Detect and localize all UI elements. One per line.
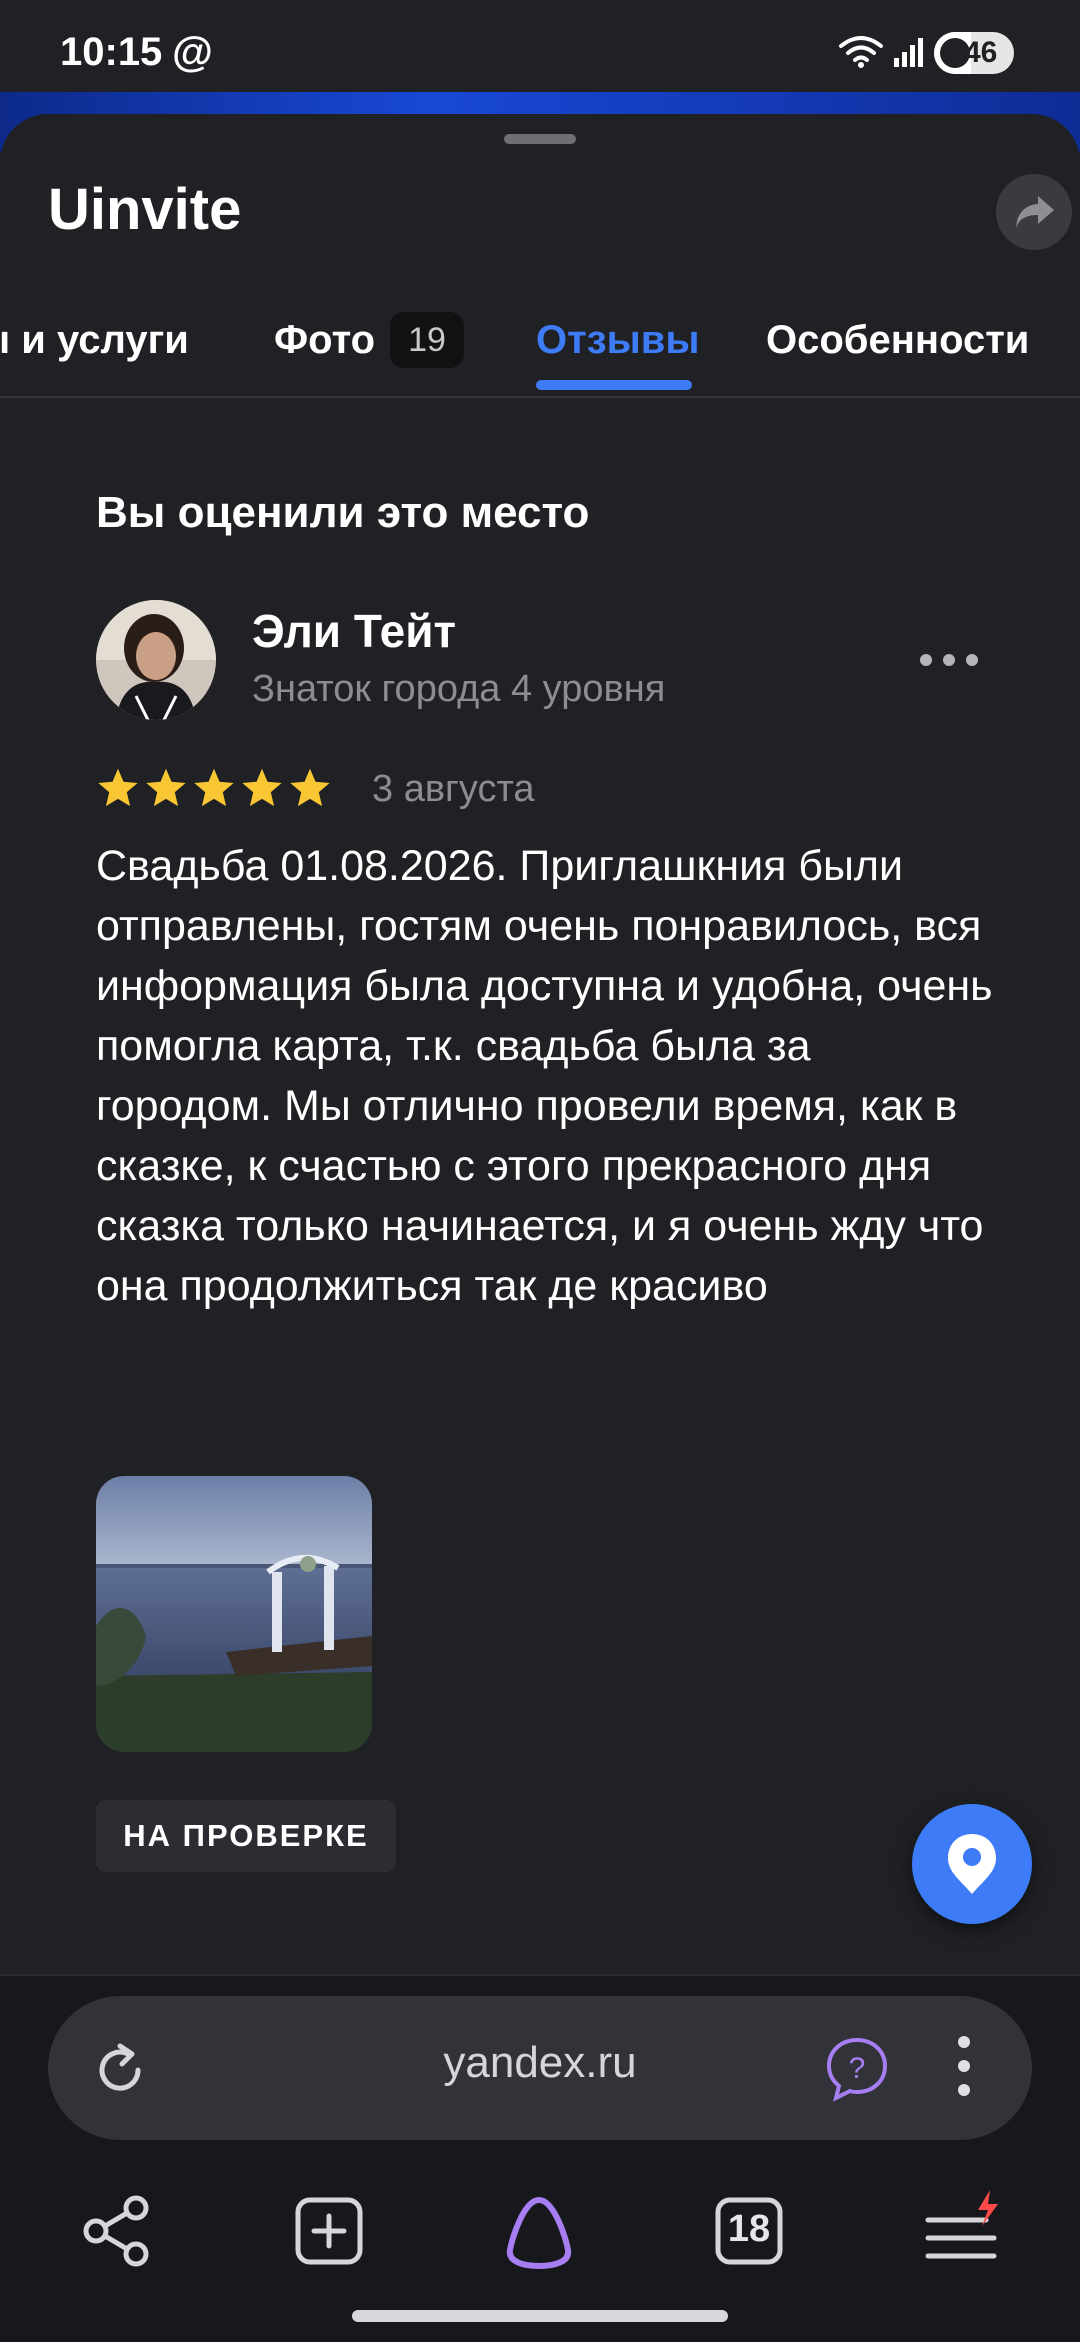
browser-menu-button[interactable] bbox=[954, 2032, 974, 2102]
vertical-dot bbox=[958, 2084, 970, 2096]
avatar-photo bbox=[96, 600, 216, 720]
star-icon bbox=[290, 768, 330, 807]
alice-icon bbox=[506, 2196, 572, 2270]
your-review-heading: Вы оценили это место bbox=[96, 488, 590, 537]
home-indicator bbox=[352, 2310, 728, 2322]
tab-features[interactable]: Особенности bbox=[766, 318, 1029, 363]
browser-bottom-bar: yandex.ru ? 18 bbox=[0, 1974, 1080, 2342]
share-button[interactable] bbox=[996, 174, 1072, 250]
star-icon bbox=[242, 768, 282, 807]
battery-level: 46 bbox=[964, 36, 998, 69]
place-title: Uinvite bbox=[48, 177, 242, 242]
tab-reviews[interactable]: Отзывы bbox=[536, 318, 700, 363]
wifi-icon bbox=[839, 36, 883, 68]
share-page-button[interactable] bbox=[72, 2186, 162, 2276]
more-options-button[interactable] bbox=[914, 640, 984, 680]
review-text: Свадьба 01.08.2026. Приглашкния были отп… bbox=[96, 842, 993, 1310]
review-author-level: Знаток города 4 уровня bbox=[252, 668, 666, 710]
more-dot bbox=[966, 654, 978, 666]
new-tab-button[interactable] bbox=[284, 2186, 374, 2276]
more-dot bbox=[943, 654, 955, 666]
share-arrow-icon bbox=[1016, 196, 1054, 228]
main-menu-button[interactable] bbox=[916, 2186, 1006, 2276]
location-pin-icon bbox=[948, 1834, 996, 1894]
status-time: 10:15 bbox=[60, 30, 163, 74]
sheet-drag-handle[interactable] bbox=[504, 134, 576, 144]
my-location-button[interactable] bbox=[912, 1804, 1032, 1924]
status-bar: 10:15 @ 46 bbox=[0, 0, 1080, 92]
tabs-switcher-button[interactable]: 18 bbox=[704, 2186, 794, 2276]
wedding-lake-photo bbox=[96, 1476, 372, 1752]
photo-count-badge: 19 bbox=[390, 312, 464, 368]
alice-assistant-button[interactable] bbox=[494, 2186, 584, 2276]
svg-text:?: ? bbox=[849, 2052, 866, 2085]
review-author-name[interactable]: Эли Тейт bbox=[252, 604, 456, 658]
vertical-dot bbox=[958, 2060, 970, 2072]
tab-bar: ы и услуги Фото 19 Отзывы Особенности bbox=[0, 298, 1080, 398]
share-nodes-icon bbox=[83, 2195, 149, 2267]
notification-at-icon: @ bbox=[172, 28, 213, 75]
plus-square-icon bbox=[295, 2197, 363, 2265]
review-photo-thumbnail[interactable] bbox=[96, 1476, 372, 1752]
help-bubble-icon[interactable]: ? bbox=[824, 2036, 890, 2102]
hamburger-menu-icon bbox=[925, 2190, 998, 2259]
vertical-dots-icon bbox=[958, 2036, 970, 2048]
review-date: 3 августа bbox=[372, 768, 535, 810]
tab-count: 18 bbox=[727, 2208, 771, 2250]
active-tab-indicator bbox=[536, 380, 692, 390]
battery-indicator: 46 bbox=[934, 32, 1014, 74]
status-badge: НА ПРОВЕРКЕ bbox=[96, 1800, 396, 1872]
star-icon bbox=[98, 768, 138, 807]
tab-services[interactable]: ы и услуги bbox=[0, 318, 189, 363]
star-icon bbox=[146, 768, 186, 807]
tab-photo[interactable]: Фото bbox=[274, 318, 375, 363]
more-horizontal-icon bbox=[920, 654, 932, 666]
star-icon bbox=[194, 768, 234, 807]
avatar[interactable] bbox=[96, 600, 216, 720]
signal-icon bbox=[894, 38, 923, 67]
address-bar[interactable]: yandex.ru ? bbox=[48, 1996, 1032, 2140]
